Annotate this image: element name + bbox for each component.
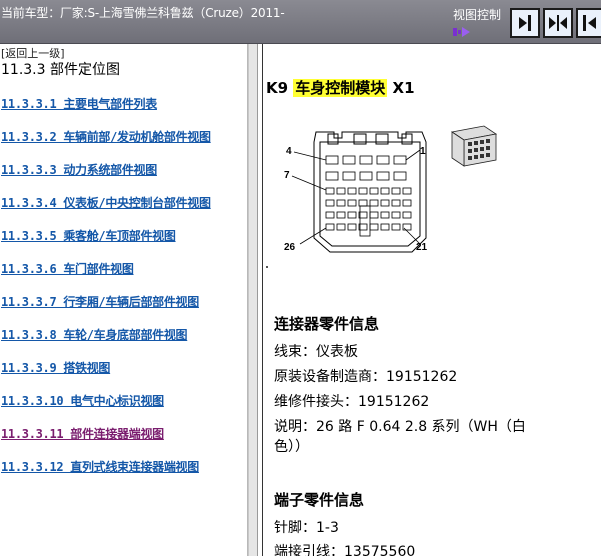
arrow-left-bar-icon bbox=[583, 15, 596, 31]
expand-left-pane-button[interactable] bbox=[576, 8, 601, 38]
nav-item-cabin-roof[interactable]: 11.3.3.5 乘客舱/车顶部件视图 bbox=[1, 227, 176, 244]
nav-item-ground[interactable]: 11.3.3.9 搭铁视图 bbox=[1, 359, 110, 376]
restore-split-button[interactable] bbox=[543, 8, 573, 38]
nav-item-dashboard-console[interactable]: 11.3.3.4 仪表板/中央控制台部件视图 bbox=[1, 194, 211, 211]
connector-info-heading: 连接器零件信息 bbox=[274, 315, 380, 333]
terminal-lead: 端接引线：13575560 bbox=[274, 544, 416, 556]
view-control-label: 视图控制 bbox=[453, 8, 502, 22]
nav-item-electrical-center[interactable]: 11.3.3.10 电气中心标识视图 bbox=[1, 392, 164, 409]
nav-item-component-connector-end[interactable]: 11.3.3.11 部件连接器端视图 bbox=[1, 425, 164, 442]
nav-item-trunk-rear[interactable]: 11.3.3.7 行李厢/车辆后部部件视图 bbox=[1, 293, 199, 310]
pin-label-21: 21 bbox=[416, 242, 428, 253]
nav-item-powertrain[interactable]: 11.3.3.3 动力系统部件视图 bbox=[1, 161, 157, 178]
nav-item-front-engine-bay[interactable]: 11.3.3.2 车辆前部/发动机舱部件视图 bbox=[1, 128, 211, 145]
navigation-pane: [返回上一级] 11.3.3 部件定位图 11.3.3.1 主要电气部件列表 1… bbox=[0, 44, 248, 556]
connector-id: X1 bbox=[392, 79, 415, 97]
separator-dot bbox=[266, 266, 268, 268]
pin-label-4: 4 bbox=[286, 146, 292, 157]
module-name: 车身控制模块 bbox=[293, 79, 388, 97]
connector-harness: 线束：仪表板 bbox=[274, 344, 358, 360]
pane-splitter[interactable] bbox=[248, 44, 258, 556]
top-bar: 当前车型：厂家:S-上海雪佛兰科鲁兹（Cruze）2011- 视图控制 bbox=[0, 0, 601, 44]
nav-item-wheels-underbody[interactable]: 11.3.3.8 车轮/车身底部部件视图 bbox=[1, 326, 188, 343]
connector-description: 说明：26 路 F 0.64 2.8 系列（WH（白 bbox=[274, 419, 526, 435]
section-title: 11.3.3 部件定位图 bbox=[1, 62, 120, 78]
collapse-left-pane-button[interactable] bbox=[510, 8, 540, 38]
pin-label-1: 1 bbox=[420, 146, 426, 157]
document-left-border bbox=[262, 44, 263, 556]
connector-face-diagram: 4 1 7 26 21 bbox=[284, 131, 428, 253]
pin-label-26: 26 bbox=[284, 242, 296, 253]
document-pane bbox=[258, 44, 601, 556]
nav-item-doors[interactable]: 11.3.3.6 车门部件视图 bbox=[1, 260, 134, 277]
module-heading: K9 车身控制模块 X1 bbox=[266, 77, 415, 98]
connector-oem: 原装设备制造商：19151262 bbox=[274, 369, 458, 385]
connector-service-part: 维修件接头：19151262 bbox=[274, 394, 430, 410]
connector-3d-thumbnail bbox=[450, 125, 498, 167]
nav-item-inline-harness-connector[interactable]: 11.3.3.12 直列式线束连接器端视图 bbox=[1, 458, 199, 475]
pin-label-7: 7 bbox=[284, 170, 290, 181]
car-model-title: 当前车型：厂家:S-上海雪佛兰科鲁兹（Cruze）2011- bbox=[1, 6, 285, 20]
arrows-inward-icon bbox=[549, 15, 567, 31]
nav-item-main-electrical-parts[interactable]: 11.3.3.1 主要电气部件列表 bbox=[1, 95, 157, 112]
connector-description-cont: 色）） bbox=[274, 439, 309, 455]
terminal-pins: 针脚：1-3 bbox=[274, 520, 339, 536]
module-id: K9 bbox=[266, 79, 289, 97]
view-control-icon bbox=[453, 27, 470, 37]
arrow-right-bar-icon bbox=[519, 15, 531, 31]
terminal-info-heading: 端子零件信息 bbox=[274, 491, 365, 509]
